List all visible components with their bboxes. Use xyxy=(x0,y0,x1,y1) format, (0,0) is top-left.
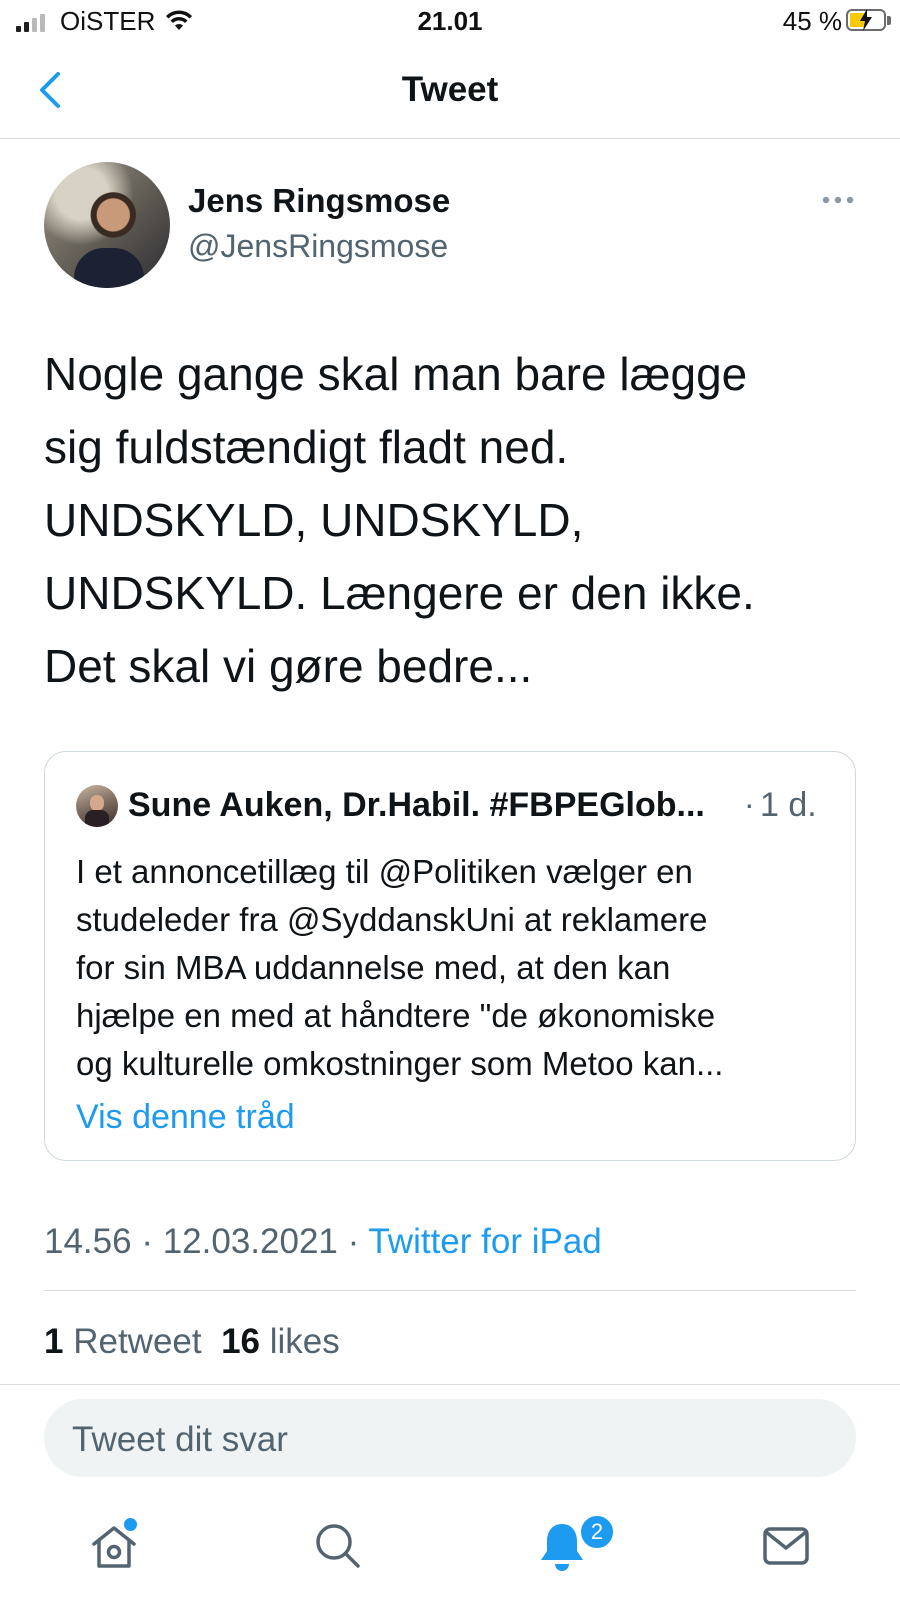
quoted-tweet-text: I et annoncetillæg til @Politiken vælger… xyxy=(76,848,836,1088)
quoted-text-line: studeleder fra @SyddanskUni at reklamere xyxy=(76,901,708,938)
meta-separator: · xyxy=(337,1222,369,1261)
author-avatar[interactable] xyxy=(44,162,170,288)
meta-separator: · xyxy=(131,1222,163,1261)
home-unread-dot xyxy=(122,1516,139,1533)
quoted-separator: · xyxy=(744,786,755,822)
tweet-text-line: Det skal vi gøre bedre... xyxy=(44,640,533,692)
tweet-text-line: sig fuldstændigt fladt ned. xyxy=(44,421,569,473)
notification-badge: 2 xyxy=(578,1513,616,1551)
tweet-text-line: Nogle gange skal man bare lægge xyxy=(44,348,748,400)
battery-icon xyxy=(846,9,886,31)
reply-placeholder: Tweet dit svar xyxy=(72,1420,288,1459)
mail-icon[interactable] xyxy=(760,1520,812,1572)
author-handle[interactable]: @JensRingsmose xyxy=(188,228,448,265)
tweet-text-line: UNDSKYLD. Længere er den ikke. xyxy=(44,567,755,619)
retweet-label: Retweet xyxy=(73,1322,202,1361)
page-title: Tweet xyxy=(401,70,499,109)
retweet-count: 1 xyxy=(44,1322,64,1361)
battery-percent: 45 % xyxy=(782,6,842,36)
tweet-date: 12.03.2021 xyxy=(162,1222,338,1261)
like-label: likes xyxy=(269,1322,340,1361)
like-count: 16 xyxy=(221,1322,260,1361)
show-thread-link[interactable]: Vis denne tråd xyxy=(76,1098,295,1137)
stats-divider xyxy=(0,1384,900,1385)
tweet-text-line: UNDSKYLD, UNDSKYLD, xyxy=(44,494,584,546)
header-divider xyxy=(0,138,900,139)
quoted-text-line: og kulturelle omkostninger som Metoo kan… xyxy=(76,1045,724,1082)
tweet-timestamp: 14.56 · 12.03.2021 · Twitter for iPad xyxy=(44,1222,602,1262)
quoted-text-line: I et annoncetillæg til @Politiken vælger… xyxy=(76,853,693,890)
author-name[interactable]: Jens Ringsmose xyxy=(188,182,450,220)
battery-cap xyxy=(887,16,891,25)
tweet-stats: 1 Retweet 16 likes xyxy=(44,1322,340,1362)
quoted-time: 1 d. xyxy=(760,786,817,824)
meta-divider xyxy=(44,1290,856,1291)
search-icon[interactable] xyxy=(312,1520,364,1572)
quoted-text-line: hjælpe en med at håndtere "de økonomiske xyxy=(76,997,716,1034)
quoted-author-avatar xyxy=(76,785,118,827)
clock: 21.01 xyxy=(417,6,483,36)
retweets-stat[interactable]: 1 Retweet xyxy=(44,1322,202,1361)
tweet-source-link[interactable]: Twitter for iPad xyxy=(368,1222,601,1261)
status-bar: OiSTER 21.01 45 % xyxy=(0,0,900,44)
tweet-time: 14.56 xyxy=(44,1222,132,1261)
quoted-text-line: for sin MBA uddannelse med, at den kan xyxy=(76,949,671,986)
tweet-text: Nogle gange skal man bare lægge sig fuld… xyxy=(44,338,864,703)
quoted-author-name: Sune Auken, Dr.Habil. #FBPEGlob... xyxy=(128,786,705,824)
likes-stat[interactable]: 16 likes xyxy=(221,1322,340,1361)
more-horizontal-icon[interactable] xyxy=(820,190,860,210)
